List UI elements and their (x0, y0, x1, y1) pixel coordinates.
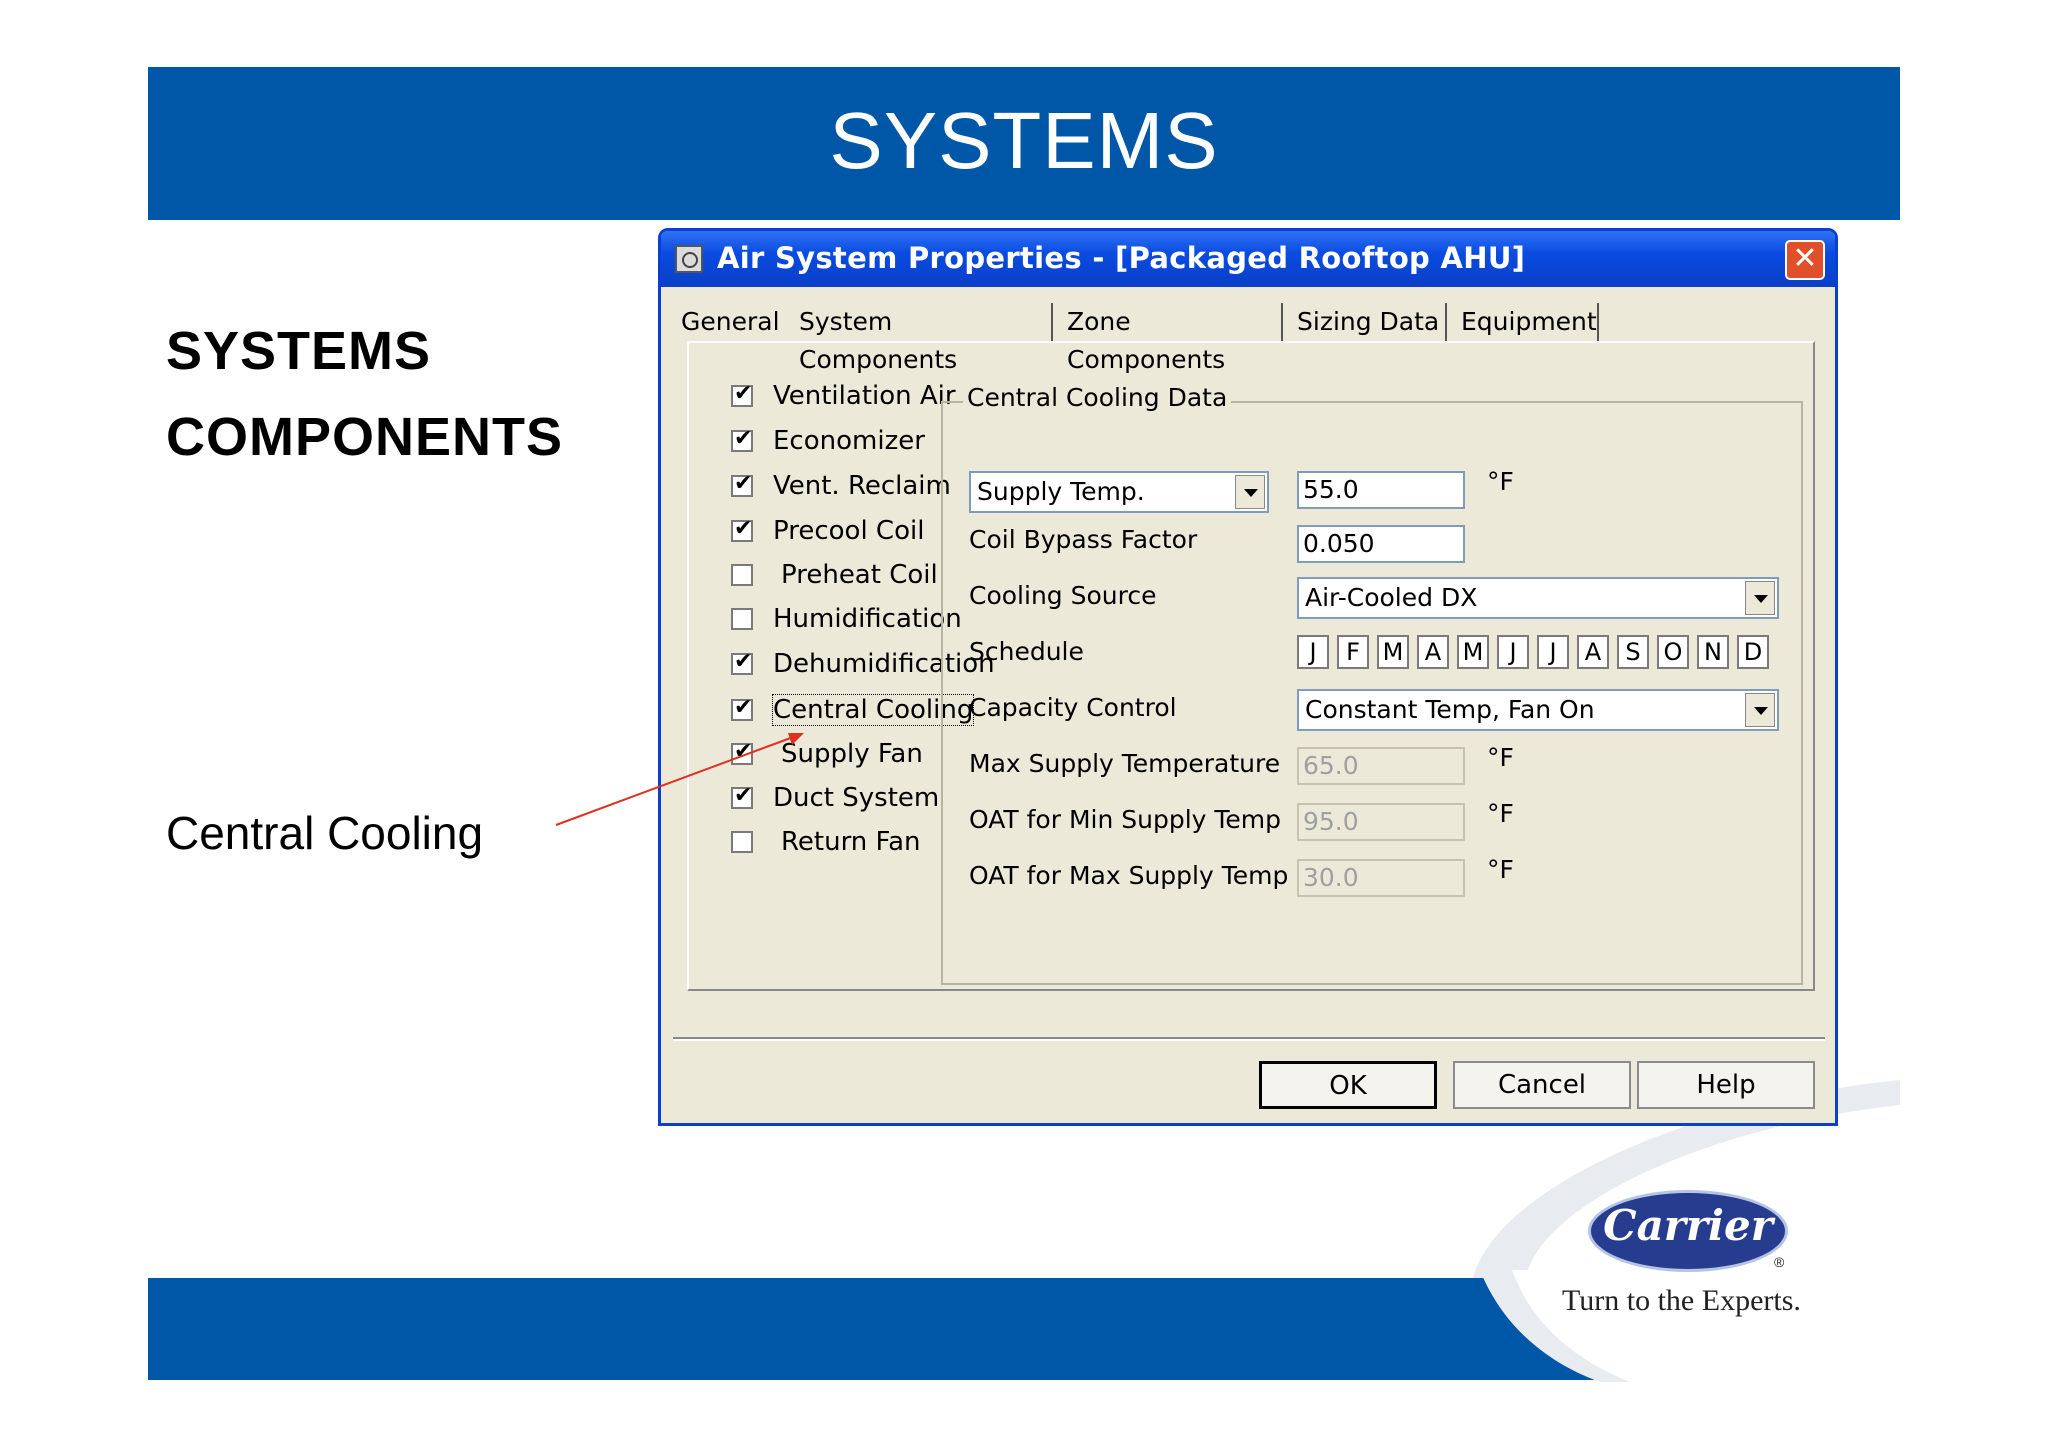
tab-sizing-data[interactable]: Sizing Data (1297, 303, 1447, 341)
app-icon (675, 245, 703, 273)
max-supply-label: Max Supply Temperature (969, 749, 1281, 778)
heading-line-2: COMPONENTS (166, 407, 564, 467)
tab-zone-components[interactable]: Zone Components (1067, 303, 1283, 374)
air-system-properties-dialog: Air System Properties - [Packaged Roofto… (658, 228, 1838, 1126)
brand-tagline: Turn to the Experts. (1562, 1284, 1801, 1317)
slide: SYSTEMS SYSTEMS COMPONENTS Central Cooli… (0, 0, 2048, 1447)
supply-temp-field[interactable]: 55.0 (1297, 471, 1465, 509)
month-checkbox[interactable]: A (1417, 635, 1449, 669)
checkbox[interactable] (731, 516, 753, 542)
checkbox[interactable] (731, 426, 753, 452)
dialog-titlebar[interactable]: Air System Properties - [Packaged Roofto… (661, 231, 1835, 287)
month-checkbox[interactable]: D (1737, 635, 1769, 669)
group-title: Central Cooling Data (963, 383, 1232, 412)
help-button[interactable]: Help (1637, 1061, 1815, 1109)
section-heading: SYSTEMS COMPONENTS (166, 308, 563, 480)
checkbox[interactable] (731, 783, 753, 809)
supply-temp-select-value: Supply Temp. (977, 477, 1145, 506)
registered-mark: ® (1774, 1254, 1785, 1270)
unit-label: °F (1487, 467, 1514, 496)
checkbox[interactable] (731, 649, 753, 675)
oat-min-label: OAT for Min Supply Temp (969, 805, 1282, 834)
month-checkbox[interactable]: S (1617, 635, 1649, 669)
schedule-months: J F M A M J J A S O N D (1297, 635, 1777, 671)
button-divider (673, 1037, 1825, 1041)
month-checkbox[interactable]: J (1537, 635, 1569, 669)
checkbox[interactable] (731, 564, 753, 586)
chevron-down-icon[interactable] (1235, 475, 1265, 509)
month-checkbox[interactable]: J (1497, 635, 1529, 669)
component-label: Supply Fan (781, 739, 923, 769)
component-label: Vent. Reclaim (773, 471, 951, 501)
chevron-down-icon[interactable] (1745, 693, 1775, 727)
component-label: Economizer (773, 426, 925, 456)
callout-label: Central Cooling (166, 807, 484, 859)
logo-text: Carrier (1603, 1201, 1773, 1250)
month-checkbox[interactable]: M (1457, 635, 1489, 669)
month-checkbox[interactable]: O (1657, 635, 1689, 669)
cancel-button[interactable]: Cancel (1453, 1061, 1631, 1109)
oat-max-label: OAT for Max Supply Temp (969, 861, 1289, 890)
component-label: Return Fan (781, 827, 921, 857)
oat-min-field: 95.0 (1297, 803, 1465, 841)
coil-bypass-field[interactable]: 0.050 (1297, 525, 1465, 563)
month-checkbox[interactable]: A (1577, 635, 1609, 669)
central-cooling-data-group: Central Cooling Data Supply Temp. 55.0 °… (941, 383, 1803, 985)
coil-bypass-label: Coil Bypass Factor (969, 525, 1198, 554)
capacity-control-label: Capacity Control (969, 693, 1177, 722)
tab-general[interactable]: General (681, 303, 785, 341)
schedule-label: Schedule (969, 637, 1084, 666)
checkbox[interactable] (731, 381, 753, 407)
capacity-control-value: Constant Temp, Fan On (1305, 695, 1595, 724)
checkbox[interactable] (731, 739, 753, 765)
checkbox[interactable] (731, 695, 753, 721)
oat-max-field: 30.0 (1297, 859, 1465, 897)
tab-equipment[interactable]: Equipment (1461, 303, 1599, 341)
month-checkbox[interactable]: M (1377, 635, 1409, 669)
close-icon[interactable]: ✕ (1785, 240, 1825, 280)
unit-label: °F (1487, 743, 1514, 772)
cooling-source-value: Air-Cooled DX (1305, 583, 1478, 612)
supply-temp-select[interactable]: Supply Temp. (969, 471, 1269, 513)
title-banner: SYSTEMS (148, 67, 1900, 220)
component-label: Preheat Coil (781, 560, 938, 590)
cooling-source-select[interactable]: Air-Cooled DX (1297, 577, 1779, 619)
ok-button[interactable]: OK (1259, 1061, 1437, 1109)
heading-line-1: SYSTEMS (166, 321, 432, 381)
cooling-source-label: Cooling Source (969, 581, 1157, 610)
unit-label: °F (1487, 855, 1514, 884)
slide-title: SYSTEMS (829, 96, 1219, 185)
component-label: Precool Coil (773, 516, 925, 546)
component-label: Humidification (773, 604, 962, 634)
month-checkbox[interactable]: F (1337, 635, 1369, 669)
month-checkbox[interactable]: J (1297, 635, 1329, 669)
checkbox[interactable] (731, 471, 753, 497)
component-label: Ventilation Air (773, 381, 956, 411)
tab-system-components[interactable]: System Components (799, 303, 1053, 374)
logo-oval: Carrier (1588, 1190, 1788, 1272)
checkbox[interactable] (731, 608, 753, 630)
dialog-title: Air System Properties - [Packaged Roofto… (717, 241, 1526, 275)
component-label: Duct System (773, 783, 940, 813)
chevron-down-icon[interactable] (1745, 581, 1775, 615)
month-checkbox[interactable]: N (1697, 635, 1729, 669)
max-supply-field: 65.0 (1297, 747, 1465, 785)
checkbox[interactable] (731, 831, 753, 853)
capacity-control-select[interactable]: Constant Temp, Fan On (1297, 689, 1779, 731)
unit-label: °F (1487, 799, 1514, 828)
